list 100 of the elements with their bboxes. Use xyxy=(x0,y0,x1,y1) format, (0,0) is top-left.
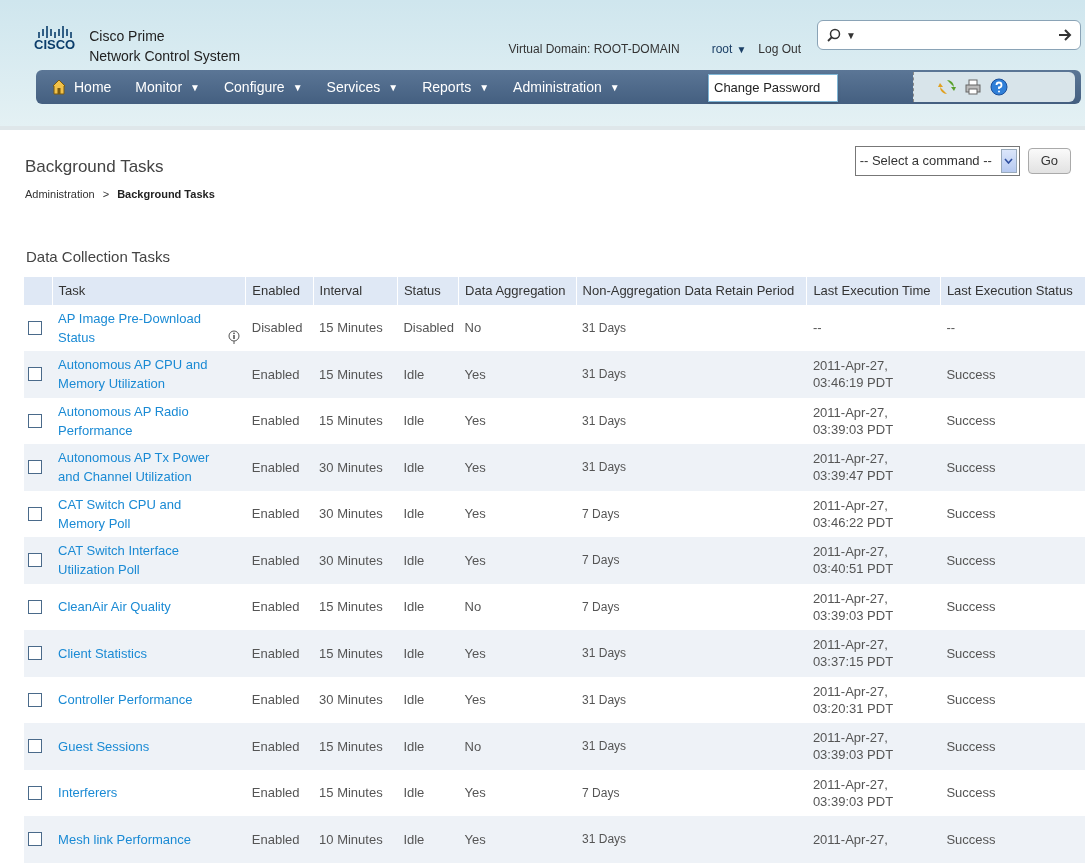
print-icon[interactable] xyxy=(964,78,982,96)
table-cell: 15 Minutes xyxy=(313,769,398,816)
task-link[interactable]: CAT Switch CPU and Memory Poll xyxy=(58,494,231,533)
table-cell: Disabled xyxy=(397,304,459,351)
column-header: Non-Aggregation Data Retain Period xyxy=(576,276,807,305)
row-checkbox[interactable] xyxy=(28,320,42,335)
go-button[interactable]: Go xyxy=(1027,148,1071,174)
column-header: Enabled xyxy=(245,276,314,305)
table-cell: Enabled xyxy=(245,676,314,723)
table-cell: Enabled xyxy=(245,816,314,863)
caret-icon: ▼ xyxy=(479,79,490,95)
table-cell: 15 Minutes xyxy=(313,351,398,398)
table-cell: Idle xyxy=(397,351,459,398)
task-link[interactable]: CAT Switch Interface Utilization Poll xyxy=(58,541,231,580)
nav-menu[interactable]: Configure ▼ xyxy=(211,70,315,104)
table-cell: Yes xyxy=(458,769,577,816)
table-cell: Idle xyxy=(397,444,459,491)
table-cell: No xyxy=(458,583,577,630)
table-cell: Idle xyxy=(397,397,459,444)
row-checkbox[interactable] xyxy=(28,692,42,707)
table-cell: Idle xyxy=(397,769,459,816)
help-icon[interactable] xyxy=(990,78,1008,96)
table-cell: Enabled xyxy=(245,490,314,537)
caret-icon: ▼ xyxy=(609,79,620,95)
row-checkbox[interactable] xyxy=(28,553,42,568)
table-cell: No xyxy=(458,304,577,351)
table-cell: Enabled xyxy=(245,769,314,816)
table-cell: Idle xyxy=(397,537,459,584)
table-cell: Yes xyxy=(458,816,577,863)
breadcrumb-item[interactable]: Administration xyxy=(25,185,95,202)
task-link[interactable]: AP Image Pre-Download Status xyxy=(58,308,224,347)
table-cell: Enabled xyxy=(245,397,314,444)
task-link[interactable]: Autonomous AP CPU and Memory Utilization xyxy=(58,355,231,394)
row-checkbox[interactable] xyxy=(28,599,42,614)
menu-item[interactable]: Change Password xyxy=(709,75,837,101)
task-link[interactable]: Autonomous AP Tx Power and Channel Utilization xyxy=(58,448,231,487)
column-header: Status xyxy=(397,276,459,305)
task-link[interactable]: Guest Sessions xyxy=(58,736,150,756)
column-header: Last Execution Status xyxy=(940,276,1085,305)
nav-menu[interactable]: Services ▼ xyxy=(314,70,411,104)
row-checkbox[interactable] xyxy=(28,460,42,475)
task-link[interactable]: CleanAir Air Quality xyxy=(58,597,171,617)
table-cell: 15 Minutes xyxy=(313,304,398,351)
row-checkbox[interactable] xyxy=(28,413,42,428)
table-cell: Success xyxy=(940,583,1085,630)
virtual-domain-label: Virtual Domain: ROOT-DOMAIN xyxy=(508,41,680,58)
table-cell: 31 Days xyxy=(576,630,807,677)
row-checkbox[interactable] xyxy=(28,506,42,521)
table-cell: 31 Days xyxy=(576,397,807,444)
nav-home[interactable]: Home xyxy=(40,70,124,104)
caret-icon: ▼ xyxy=(846,27,856,43)
row-checkbox[interactable] xyxy=(28,739,42,754)
table-cell: 31 Days xyxy=(576,816,807,863)
table-cell: 7 Days xyxy=(576,583,807,630)
task-link[interactable]: Controller Performance xyxy=(58,690,193,710)
table-cell: 15 Minutes xyxy=(313,397,398,444)
table-cell: Success xyxy=(940,630,1085,677)
row-checkbox[interactable] xyxy=(28,785,42,800)
search-field[interactable]: ▼ xyxy=(817,20,1081,50)
table-cell: 7 Days xyxy=(576,537,807,584)
table-cell: 2011-Apr-27, 03:39:03 PDT xyxy=(806,397,941,444)
table-cell: Yes xyxy=(458,397,577,444)
column-header: Interval xyxy=(313,276,398,305)
task-link[interactable]: Autonomous AP Radio Performance xyxy=(58,401,231,440)
column-header: Data Aggregation xyxy=(458,276,577,305)
task-link[interactable]: Interferers xyxy=(58,783,118,803)
caret-icon: ▼ xyxy=(292,79,303,95)
nav-menu[interactable]: Administration ▼ xyxy=(501,70,632,104)
table-cell: Success xyxy=(940,769,1085,816)
table-cell: 31 Days xyxy=(576,304,807,351)
task-link[interactable]: Mesh link Performance xyxy=(58,829,192,849)
row-checkbox[interactable] xyxy=(28,646,42,661)
row-checkbox[interactable] xyxy=(28,367,42,382)
table-cell: 31 Days xyxy=(576,351,807,398)
table-cell: 30 Minutes xyxy=(313,444,398,491)
table-cell: 2011-Apr-27, xyxy=(806,816,941,863)
table-cell: 2011-Apr-27, 03:40:51 PDT xyxy=(806,537,941,584)
table-cell: Success xyxy=(940,351,1085,398)
logout-link[interactable]: Log Out xyxy=(758,40,801,58)
nav-menu[interactable]: Monitor ▼ xyxy=(123,70,212,104)
table-cell: Idle xyxy=(397,630,459,677)
nav-menu[interactable]: Reports ▼ xyxy=(410,70,502,104)
table-cell: Success xyxy=(940,676,1085,723)
search-icon xyxy=(826,27,842,43)
table-cell: Enabled xyxy=(245,630,314,677)
table-cell: Yes xyxy=(458,676,577,723)
table-cell: 15 Minutes xyxy=(313,630,398,677)
user-menu[interactable]: root ▼ xyxy=(711,40,747,58)
table-cell: Success xyxy=(940,490,1085,537)
row-checkbox[interactable] xyxy=(28,832,42,847)
command-select[interactable]: -- Select a command -- xyxy=(854,146,1020,176)
table-cell: Enabled xyxy=(245,351,314,398)
task-link[interactable]: Client Statistics xyxy=(58,643,147,663)
table-cell: 15 Minutes xyxy=(313,583,398,630)
table-cell: Success xyxy=(940,816,1085,863)
column-header: Last Execution Time xyxy=(806,276,941,305)
table-cell: 30 Minutes xyxy=(313,537,398,584)
table-cell: Yes xyxy=(458,351,577,398)
table-cell: Idle xyxy=(397,490,459,537)
table-cell: No xyxy=(458,723,577,770)
